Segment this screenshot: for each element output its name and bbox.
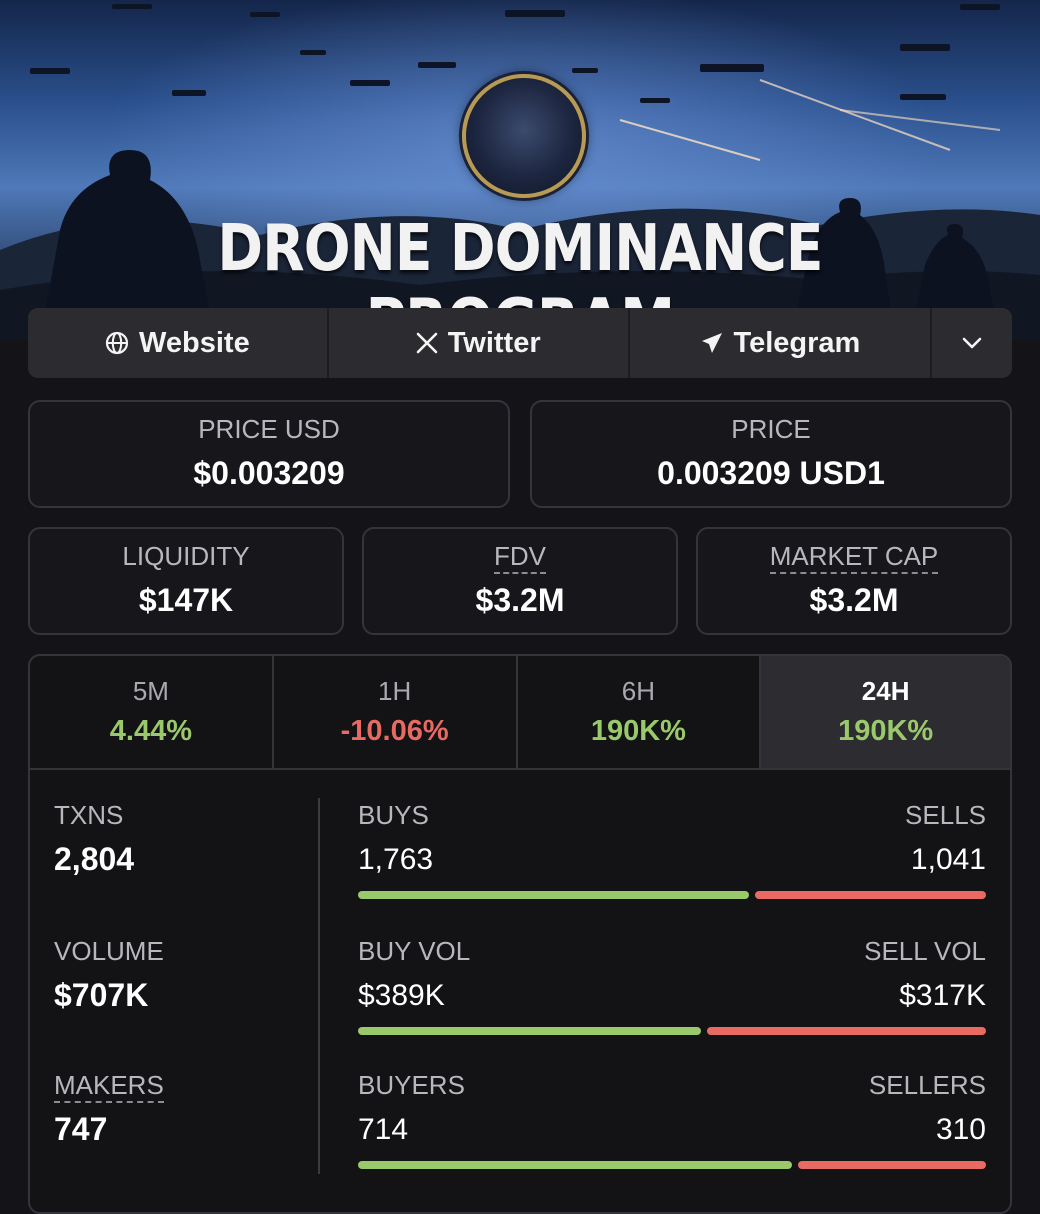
tab-change-value: 190K% <box>838 715 934 747</box>
liquidity-value: $147K <box>138 582 234 618</box>
stats-body: TXNS 2,804 VOLUME $707K MAKERS 747 BUYS … <box>30 770 1010 1210</box>
sellers-label: SELLERS <box>868 1070 986 1100</box>
buyers-value: 714 <box>358 1113 409 1146</box>
sell-vol-bar-fill <box>707 1027 986 1035</box>
tab-change-value: 4.44% <box>109 715 192 747</box>
buys-bar-fill <box>358 891 749 899</box>
chevron-down-icon <box>961 336 983 350</box>
buy-vol-label: BUY VOL <box>358 936 471 966</box>
telegram-label: Telegram <box>733 326 861 359</box>
tab-label: 24H <box>861 676 910 706</box>
tab-1h[interactable]: 1H -10.06% <box>274 656 518 768</box>
website-label: Website <box>139 326 250 359</box>
buy-vol-bar-fill <box>358 1027 701 1035</box>
fdv-value: $3.2M <box>475 582 565 618</box>
globe-icon <box>105 331 129 355</box>
buy-vol-value: $389K <box>358 979 445 1012</box>
sells-label: SELLS <box>905 800 986 830</box>
stats-panel: 5M 4.44% 1H -10.06% 6H 190K% 24H 190K% T… <box>28 654 1012 1214</box>
timeframe-tabs: 5M 4.44% 1H -10.06% 6H 190K% 24H 190K% <box>30 656 1010 770</box>
sells-bar-fill <box>755 891 986 899</box>
x-logo-icon <box>416 332 438 354</box>
tab-label: 5M <box>132 676 169 706</box>
buyers-bar-fill <box>358 1161 792 1169</box>
price-value: 0.003209 USD1 <box>657 455 885 491</box>
paper-plane-icon <box>700 331 724 355</box>
sellers-value: 310 <box>935 1113 986 1146</box>
buys-label: BUYS <box>358 800 429 830</box>
makers-label[interactable]: MAKERS <box>54 1070 164 1103</box>
liquidity-label: LIQUIDITY <box>122 541 250 571</box>
price-label: PRICE <box>731 414 811 444</box>
buys-sells-bar <box>358 891 986 899</box>
market-cap-value: $3.2M <box>809 582 899 618</box>
buyers-sellers-row: BUYERS SELLERS 714 310 <box>358 1070 986 1169</box>
website-button[interactable]: Website <box>28 308 329 378</box>
liquidity-card: LIQUIDITY $147K <box>28 527 344 635</box>
price-usd-card: PRICE USD $0.003209 <box>28 400 510 508</box>
twitter-button[interactable]: Twitter <box>329 308 630 378</box>
volume-stat: VOLUME $707K <box>54 936 164 1014</box>
fdv-label[interactable]: FDV <box>494 541 546 574</box>
price-usd-value: $0.003209 <box>193 455 345 491</box>
txns-label: TXNS <box>54 800 124 830</box>
sells-value: 1,041 <box>910 843 986 876</box>
market-cap-card: MARKET CAP $3.2M <box>696 527 1012 635</box>
tab-change-value: -10.06% <box>340 715 449 747</box>
tab-6h[interactable]: 6H 190K% <box>518 656 762 768</box>
market-cap-label[interactable]: MARKET CAP <box>769 541 939 574</box>
banner-image: DRONE DOMINANCE PROGRAM <box>0 0 1040 340</box>
tab-change-value: 190K% <box>590 715 686 747</box>
telegram-button[interactable]: Telegram <box>630 308 933 378</box>
more-links-button[interactable] <box>932 308 1012 378</box>
column-divider <box>318 798 320 1174</box>
tab-24h[interactable]: 24H 190K% <box>761 656 1010 768</box>
tab-5m[interactable]: 5M 4.44% <box>30 656 274 768</box>
buys-sells-row: BUYS SELLS 1,763 1,041 <box>358 800 986 899</box>
sell-vol-value: $317K <box>899 979 986 1012</box>
twitter-label: Twitter <box>447 326 541 359</box>
price-usd-label: PRICE USD <box>198 414 340 444</box>
txns-value: 2,804 <box>54 841 135 877</box>
price-card: PRICE 0.003209 USD1 <box>530 400 1012 508</box>
txns-stat: TXNS 2,804 <box>54 800 134 878</box>
volume-value: $707K <box>54 977 149 1013</box>
sell-vol-label: SELL VOL <box>864 936 986 966</box>
program-seal-logo <box>462 74 586 198</box>
buyers-label: BUYERS <box>358 1070 465 1100</box>
fdv-card: FDV $3.2M <box>362 527 678 635</box>
tab-label: 6H <box>621 676 656 706</box>
buyers-sellers-bar <box>358 1161 986 1169</box>
tab-label: 1H <box>378 676 412 706</box>
makers-stat: MAKERS 747 <box>54 1070 164 1148</box>
volume-label: VOLUME <box>54 936 164 966</box>
makers-value: 747 <box>54 1111 108 1147</box>
volume-split-row: BUY VOL SELL VOL $389K $317K <box>358 936 986 1035</box>
volume-split-bar <box>358 1027 986 1035</box>
buys-value: 1,763 <box>358 843 434 876</box>
social-links-bar: Website Twitter Telegram <box>28 308 1012 378</box>
sellers-bar-fill <box>798 1161 986 1169</box>
